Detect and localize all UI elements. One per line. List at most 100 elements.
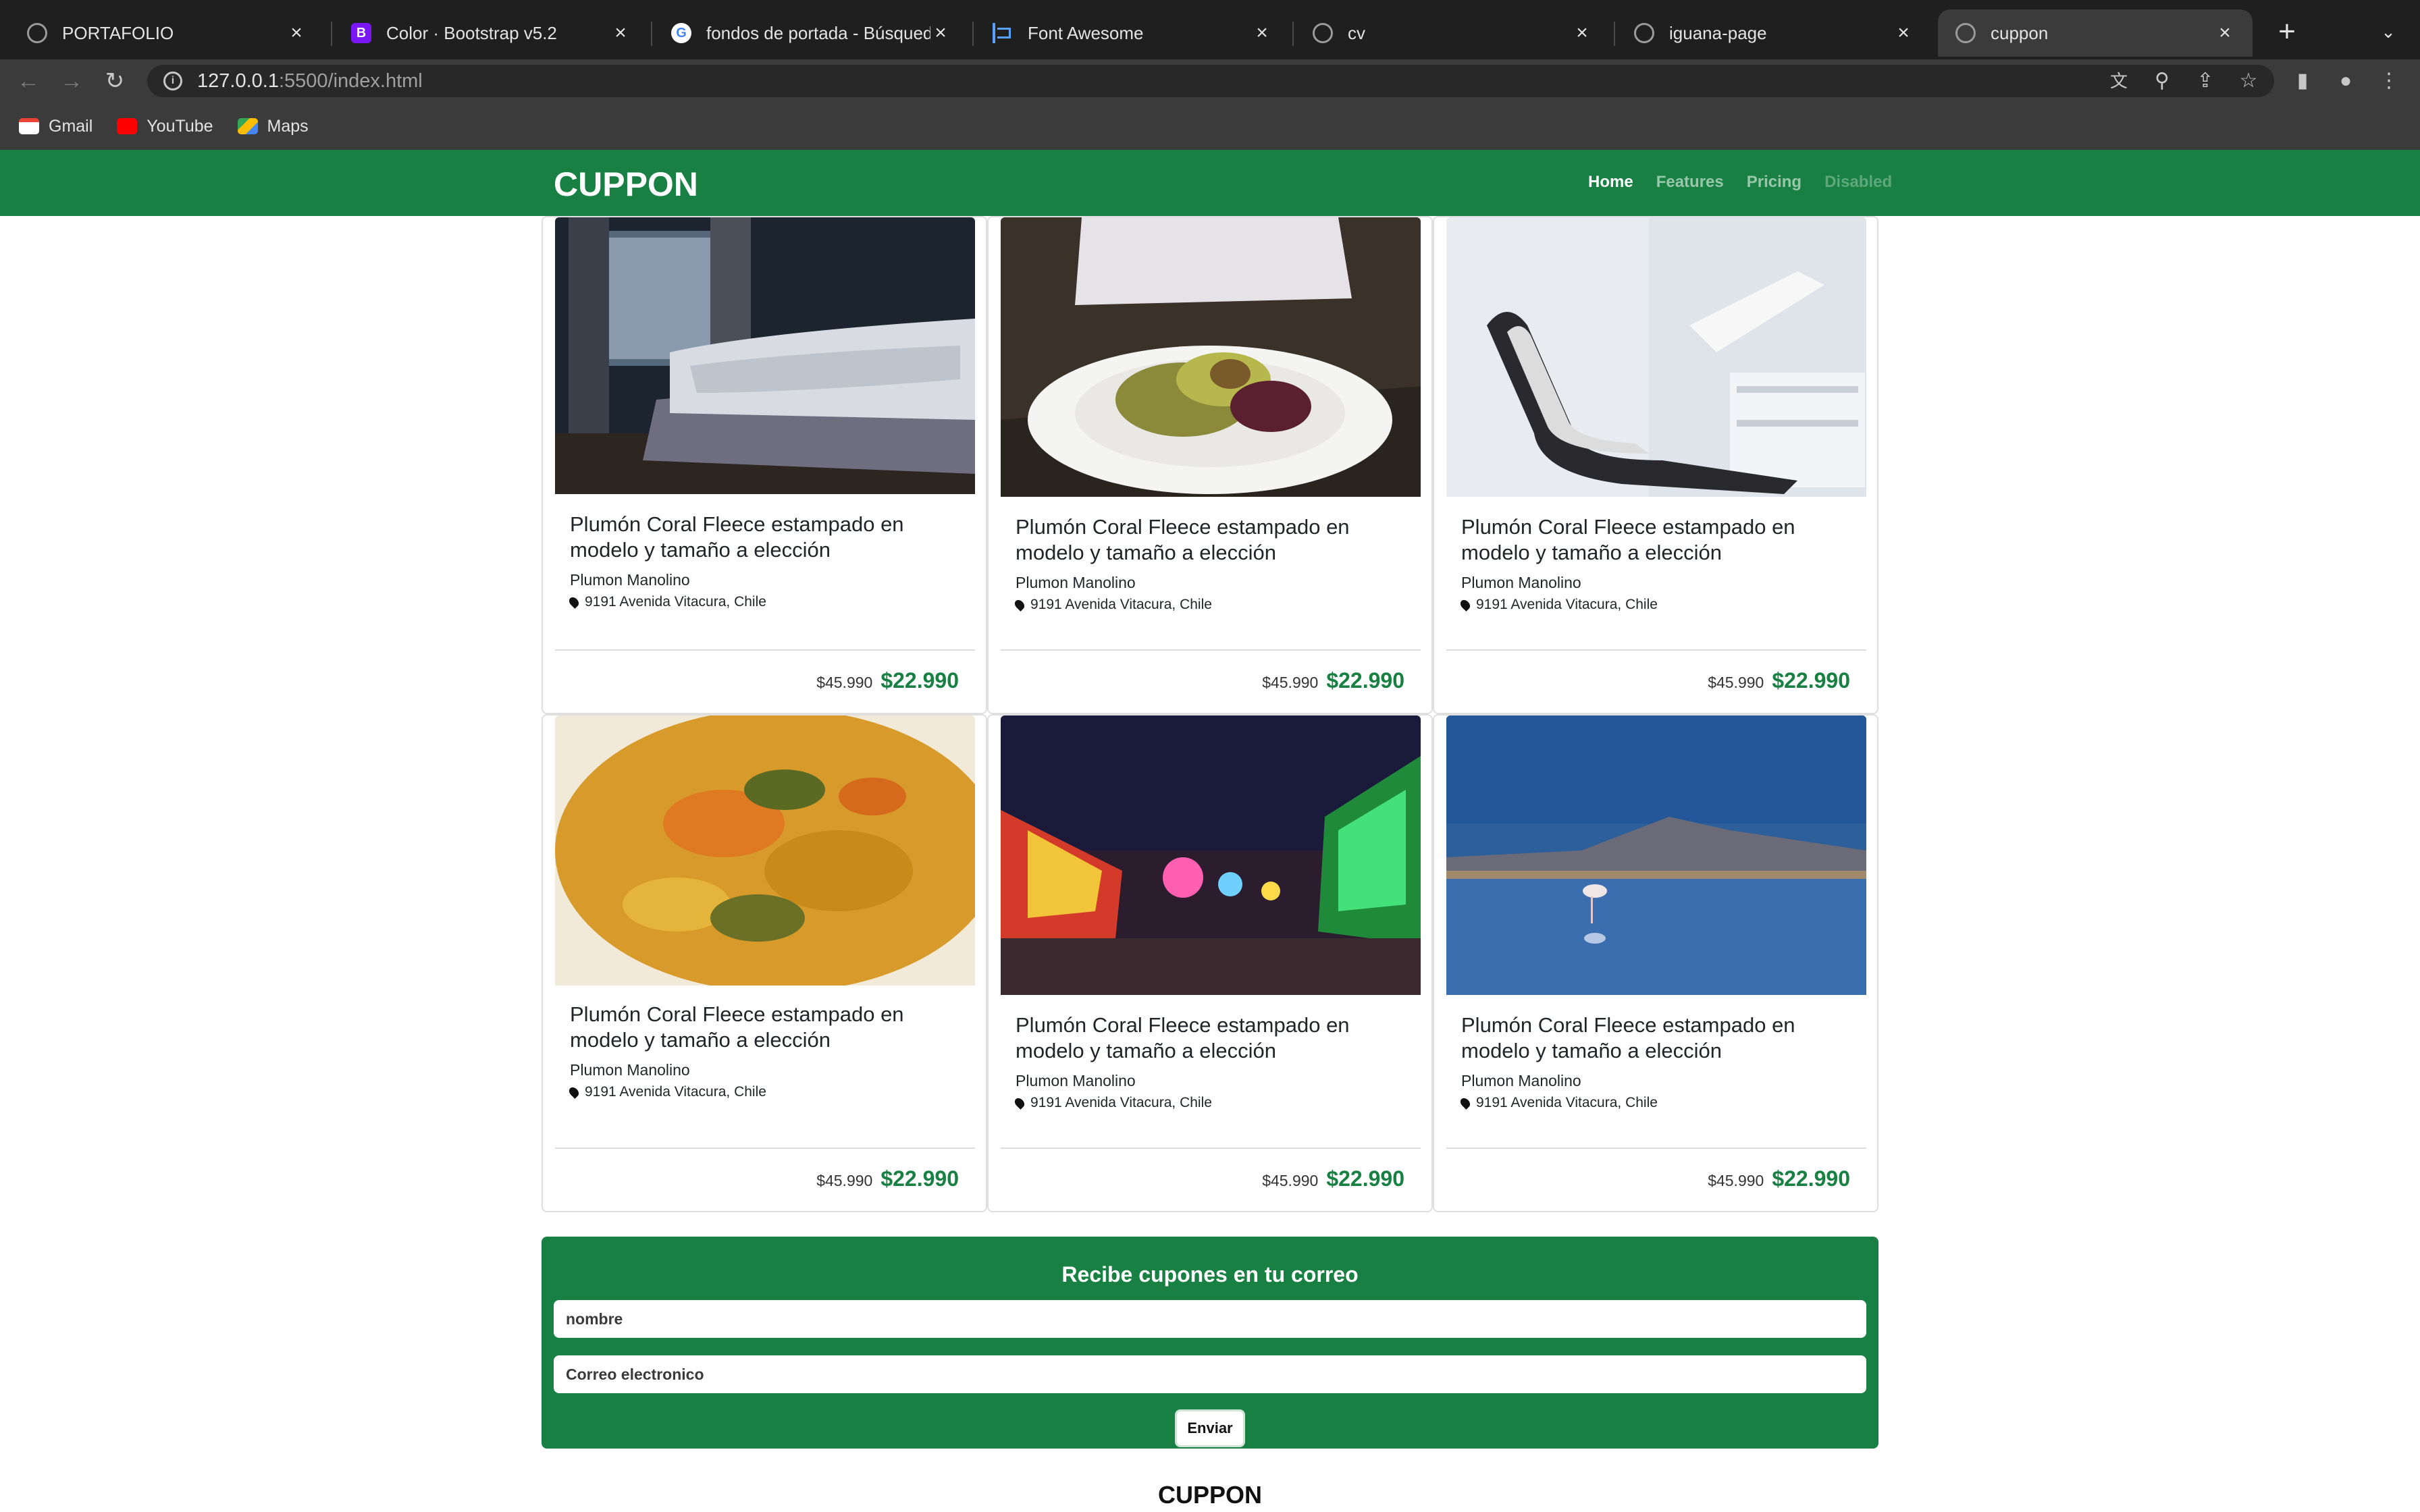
name-field[interactable] xyxy=(554,1300,1866,1338)
gmail-icon xyxy=(19,118,39,134)
flamingo-lake-photo xyxy=(1446,716,1866,995)
nav-link-pricing[interactable]: Pricing xyxy=(1747,173,1801,192)
footer-brand: CUPPON xyxy=(1157,1481,1263,1509)
tab-bootstrap[interactable]: B Color · Bootstrap v5.2 × xyxy=(334,9,648,57)
tab-title: fondos de portada - Búsqueda xyxy=(706,22,930,43)
night-fair-photo xyxy=(1001,716,1421,995)
card-merchant: Plumon Manolino xyxy=(1016,1072,1136,1089)
bootstrap-icon: B xyxy=(351,23,371,43)
tab-google-search[interactable]: G fondos de portada - Búsqueda × xyxy=(654,9,968,57)
new-price: $22.990 xyxy=(1326,1166,1404,1191)
tab-cuppon[interactable]: cuppon × xyxy=(1938,9,2253,57)
translate-icon[interactable]: 文 xyxy=(2103,65,2135,97)
share-icon[interactable]: ⇪ xyxy=(2189,65,2221,97)
email-field[interactable] xyxy=(554,1355,1866,1393)
tab-separator xyxy=(651,22,652,46)
maps-icon xyxy=(237,118,258,134)
coupon-card[interactable]: Plumón Coral Fleece estampado en modelo … xyxy=(542,714,987,1212)
zoom-icon[interactable]: ⚲ xyxy=(2146,65,2178,97)
bookmark-label: Maps xyxy=(267,116,309,136)
tab-separator xyxy=(1292,22,1294,46)
close-icon[interactable]: × xyxy=(1252,22,1272,45)
back-icon[interactable]: ← xyxy=(12,65,45,97)
close-icon[interactable]: × xyxy=(610,22,631,45)
nav-link-features[interactable]: Features xyxy=(1656,173,1724,192)
bookmark-youtube[interactable]: YouTube xyxy=(117,117,213,136)
old-price: $45.990 xyxy=(1262,674,1319,691)
submit-button[interactable]: Enviar xyxy=(1175,1409,1245,1447)
bookmark-maps[interactable]: Maps xyxy=(237,116,309,136)
address-text: 9191 Avenida Vitacura, Chile xyxy=(1476,597,1658,612)
close-icon[interactable]: × xyxy=(2215,22,2235,45)
card-title: Plumón Coral Fleece estampado en modelo … xyxy=(1016,515,1350,564)
card-title: Plumón Coral Fleece estampado en modelo … xyxy=(570,1002,904,1052)
new-price: $22.990 xyxy=(880,668,959,693)
browser-tab-strip: PORTAFOLIO × B Color · Bootstrap v5.2 × … xyxy=(0,0,2420,59)
tab-portafolio[interactable]: PORTAFOLIO × xyxy=(9,9,324,57)
card-address: 9191 Avenida Vitacura, Chile xyxy=(1013,1095,1212,1111)
close-icon[interactable]: × xyxy=(930,22,951,45)
bookmark-label: Gmail xyxy=(49,116,93,136)
tab-title: Font Awesome xyxy=(1028,22,1144,43)
coupon-card[interactable]: Plumón Coral Fleece estampado en modelo … xyxy=(987,216,1433,714)
map-marker-icon xyxy=(1013,598,1026,612)
tab-title: Color · Bootstrap v5.2 xyxy=(386,22,557,43)
card-title: Plumón Coral Fleece estampado en modelo … xyxy=(1461,1013,1795,1062)
close-icon[interactable]: × xyxy=(1572,22,1592,45)
old-price: $45.990 xyxy=(816,674,873,691)
close-icon[interactable]: × xyxy=(286,22,307,45)
address-text: 9191 Avenida Vitacura, Chile xyxy=(1476,1095,1658,1110)
coupon-card[interactable]: Plumón Coral Fleece estampado en modelo … xyxy=(1433,714,1878,1212)
new-price: $22.990 xyxy=(880,1166,959,1191)
card-merchant: Plumon Manolino xyxy=(1461,1072,1581,1089)
globe-icon xyxy=(1955,23,1976,43)
map-marker-icon xyxy=(1458,1096,1472,1110)
close-icon[interactable]: × xyxy=(1893,22,1914,45)
coupon-card[interactable]: Plumón Coral Fleece estampado en modelo … xyxy=(987,714,1433,1212)
tab-iguana-page[interactable]: iguana-page × xyxy=(1616,9,1931,57)
page-viewport: CUPPON Home Features Pricing Disabled Pl… xyxy=(0,150,2420,1512)
side-panel-icon[interactable]: ▮ xyxy=(2286,65,2319,97)
reload-icon[interactable]: ↻ xyxy=(99,65,131,97)
new-price: $22.990 xyxy=(1772,668,1850,693)
url-path: :5500/index.html xyxy=(278,70,423,92)
card-prices: $45.990 $22.990 xyxy=(1708,1166,1850,1191)
card-merchant: Plumon Manolino xyxy=(570,571,690,589)
old-price: $45.990 xyxy=(816,1172,873,1189)
new-price: $22.990 xyxy=(1326,668,1404,693)
tab-font-awesome[interactable]: Font Awesome × xyxy=(975,9,1290,57)
navbar-brand[interactable]: CUPPON xyxy=(554,165,698,204)
bookmark-gmail[interactable]: Gmail xyxy=(19,117,93,136)
menu-kebab-icon[interactable]: ⋮ xyxy=(2373,65,2405,97)
old-price: $45.990 xyxy=(1262,1172,1319,1189)
tab-title: cv xyxy=(1348,22,1365,43)
map-marker-icon xyxy=(567,1085,581,1099)
forward-icon[interactable]: → xyxy=(55,65,88,97)
youtube-icon xyxy=(117,118,138,134)
coupon-card[interactable]: Plumón Coral Fleece estampado en modelo … xyxy=(1433,216,1878,714)
tab-title: cuppon xyxy=(1991,22,2049,43)
newsletter-title: Recibe cupones en tu correo xyxy=(1061,1262,1359,1287)
coupon-card[interactable]: Plumón Coral Fleece estampado en modelo … xyxy=(542,216,987,714)
bookmark-star-icon[interactable]: ☆ xyxy=(2232,65,2265,97)
card-merchant: Plumon Manolino xyxy=(1461,574,1581,591)
tab-cv[interactable]: cv × xyxy=(1295,9,1610,57)
card-merchant: Plumon Manolino xyxy=(570,1061,690,1079)
globe-icon xyxy=(1313,23,1333,43)
address-bar[interactable]: i 127.0.0.1:5500/index.html xyxy=(147,65,2274,97)
vegetable-stew-photo xyxy=(555,716,975,986)
nav-link-home[interactable]: Home xyxy=(1588,173,1633,192)
profile-icon[interactable]: ● xyxy=(2330,65,2362,97)
card-title: Plumón Coral Fleece estampado en modelo … xyxy=(570,512,904,562)
site-info-icon[interactable]: i xyxy=(163,72,182,90)
card-address: 9191 Avenida Vitacura, Chile xyxy=(1458,1095,1658,1111)
address-text: 9191 Avenida Vitacura, Chile xyxy=(1030,597,1212,612)
new-tab-button[interactable]: + xyxy=(2270,15,2304,49)
nav-link-disabled: Disabled xyxy=(1824,173,1893,191)
address-text: 9191 Avenida Vitacura, Chile xyxy=(1030,1095,1212,1110)
tab-search-button[interactable]: ⌄ xyxy=(2371,15,2405,49)
map-marker-icon xyxy=(1013,1096,1026,1110)
flag-icon xyxy=(993,23,1013,43)
tab-separator xyxy=(1614,22,1615,46)
bedroom-photo xyxy=(555,217,975,494)
